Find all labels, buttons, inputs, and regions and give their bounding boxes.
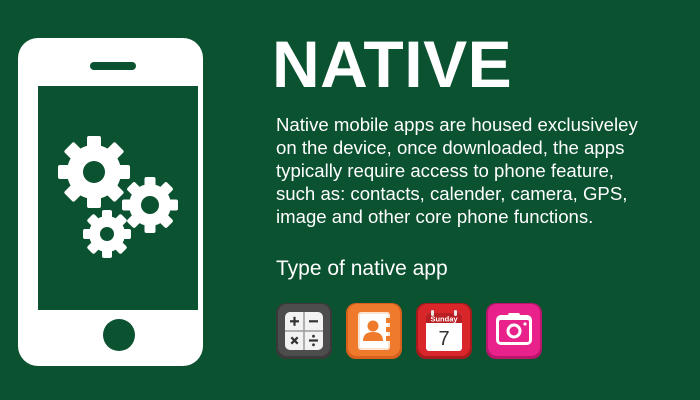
- page-title: NATIVE: [272, 27, 513, 101]
- description-line: typically require access to phone featur…: [276, 160, 614, 181]
- contacts-app-icon: [346, 303, 402, 359]
- calendar-day-number: 7: [438, 328, 449, 350]
- infographic: NATIVE Native mobile apps are housed exc…: [0, 0, 700, 400]
- app-icon-row: Sunday 7: [276, 303, 542, 359]
- section-subtitle: Type of native app: [276, 257, 448, 280]
- calendar-day-name: Sunday: [430, 314, 458, 323]
- description-line: on the device, once downloaded, the apps: [276, 137, 625, 158]
- description-line: image and other core phone functions.: [276, 206, 594, 227]
- description-line: Native mobile apps are housed exclusivel…: [276, 114, 638, 135]
- camera-app-icon: [486, 303, 542, 359]
- description-line: such as: contacts, calender, camera, GPS…: [276, 183, 628, 204]
- description: Native mobile apps are housed exclusivel…: [276, 113, 696, 228]
- calendar-app-icon: Sunday 7: [416, 303, 472, 359]
- calculator-app-icon: [276, 303, 332, 359]
